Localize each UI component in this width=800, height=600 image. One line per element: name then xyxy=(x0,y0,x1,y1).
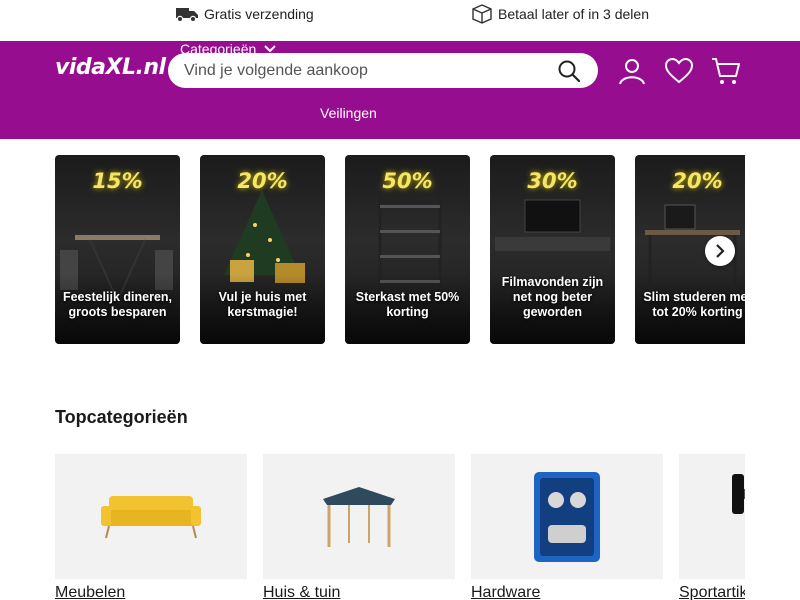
account-button[interactable] xyxy=(616,55,648,87)
carousel-next-button[interactable] xyxy=(705,236,735,266)
usp-bar: Gratis verzending Betaal later of in 3 d… xyxy=(0,0,800,41)
category-card[interactable]: Huis & tuin xyxy=(263,454,455,600)
account-icon xyxy=(619,59,645,85)
promo-caption: Slim studeren met tot 20% korting xyxy=(643,290,745,319)
usp-shipping: Gratis verzending xyxy=(175,3,314,25)
promo-carousel: 15% Feestelijk dineren, groots besparen … xyxy=(55,155,745,344)
promo-card[interactable]: 20% Vul je huis met kerstmagie! xyxy=(200,155,325,344)
category-card[interactable]: Meubelen xyxy=(55,454,247,600)
promo-discount: 50% xyxy=(382,169,433,193)
category-tile xyxy=(679,454,745,579)
box-icon xyxy=(472,4,492,24)
category-label: Huis & tuin xyxy=(263,584,341,600)
section-title: Topcategorieën xyxy=(55,407,188,427)
promo-discount: 30% xyxy=(527,169,578,193)
promo-discount: 15% xyxy=(92,169,143,193)
spray-gun-kit-image xyxy=(534,471,600,562)
promo-discount: 20% xyxy=(237,169,288,193)
usp-pay-later-label: Betaal later of in 3 delen xyxy=(498,6,649,22)
usp-pay-later: Betaal later of in 3 delen xyxy=(471,3,649,25)
search-input[interactable] xyxy=(184,61,544,80)
nav-categories[interactable]: Categorieën xyxy=(180,41,372,57)
wishlist-button[interactable] xyxy=(663,55,695,87)
category-tile xyxy=(471,454,663,579)
promo-caption: Filmavonden zijn net nog beter geworden xyxy=(501,275,604,319)
search-button[interactable] xyxy=(556,58,582,84)
chevron-down-icon xyxy=(264,45,276,53)
promo-caption: Vul je huis met kerstmagie! xyxy=(218,290,307,319)
cart-button[interactable] xyxy=(710,55,742,87)
cart-icon xyxy=(712,58,740,84)
nav-categories-label: Categorieën xyxy=(180,41,257,57)
category-label: Sportartikelen xyxy=(679,584,745,600)
category-tile xyxy=(263,454,455,579)
category-tile xyxy=(55,454,247,579)
gazebo-image xyxy=(323,486,395,547)
heart-icon xyxy=(665,58,693,84)
chevron-right-icon xyxy=(716,244,725,258)
promo-card[interactable]: 30% Filmavonden zijn net nog beter gewor… xyxy=(490,155,615,344)
category-card[interactable]: Hardware xyxy=(471,454,663,600)
promo-caption: Feestelijk dineren, groots besparen xyxy=(62,290,173,319)
search-icon xyxy=(558,60,581,83)
usp-shipping-label: Gratis verzending xyxy=(204,6,314,22)
logo[interactable]: vidaXL.nl xyxy=(55,55,166,80)
truck-icon xyxy=(176,8,198,23)
sofa-image xyxy=(101,495,201,538)
promo-card[interactable]: 50% Sterkast met 50% korting xyxy=(345,155,470,344)
promo-caption: Sterkast met 50% korting xyxy=(355,290,460,319)
nav-auctions-label: Veilingen xyxy=(320,105,377,121)
category-carousel: Meubelen Huis & tuin Hardware Sportartik xyxy=(55,454,745,600)
promo-discount: 20% xyxy=(672,169,723,193)
nav-auctions[interactable]: Veilingen xyxy=(320,105,377,121)
category-label: Meubelen xyxy=(55,584,126,600)
search-bar xyxy=(168,53,598,88)
category-card[interactable]: Sportartikelen xyxy=(679,454,745,600)
site-header: vidaXL.nl Categorieën xyxy=(0,41,800,139)
dumbbell-image xyxy=(732,474,745,514)
promo-card[interactable]: 15% Feestelijk dineren, groots besparen xyxy=(55,155,180,344)
category-label: Hardware xyxy=(471,584,541,600)
